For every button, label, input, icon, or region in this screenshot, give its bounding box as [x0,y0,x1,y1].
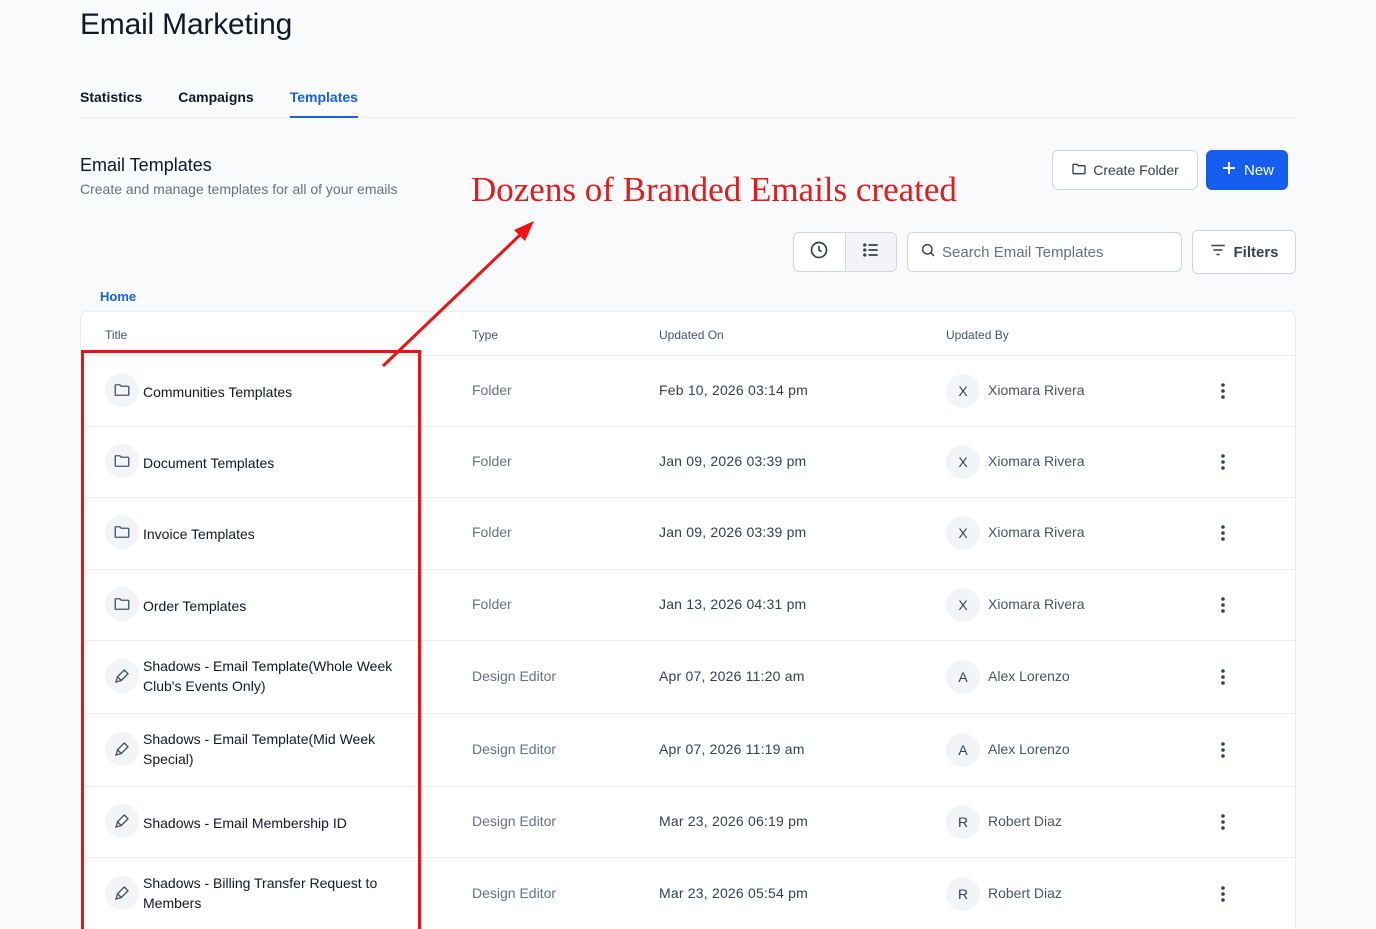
avatar: X [946,444,980,479]
row-updated-by: Robert Diaz [988,812,1062,829]
avatar: A [946,732,980,767]
recent-view-button[interactable] [794,233,845,271]
folder-icon [105,372,139,407]
row-title[interactable]: Shadows - Billing Transfer Request to Me… [143,873,418,913]
header-updated-by[interactable]: Updated By [946,328,1009,342]
row-updated-by: Robert Diaz [988,884,1062,901]
row-title[interactable]: Shadows - Email Membership ID [143,813,418,833]
table-row[interactable]: Shadows - Email Membership ID Design Edit… [81,787,1295,858]
table-row[interactable]: Shadows - Email Template(Mid Week Specia… [81,714,1295,787]
page-title: Email Marketing [80,8,293,41]
row-updated-on: Jan 13, 2026 04:31 pm [659,595,807,612]
row-title[interactable]: Communities Templates [143,382,418,402]
brush-icon [105,731,139,766]
row-updated-on: Jan 09, 2026 03:39 pm [659,452,807,469]
more-options-icon[interactable] [1213,738,1233,762]
row-updated-by: Xiomara Rivera [988,381,1085,398]
section-subtitle: Create and manage templates for all of y… [80,181,398,197]
create-folder-button[interactable]: Create Folder [1052,150,1198,190]
list-icon [861,240,881,265]
table-row[interactable]: Order Templates Folder Jan 13, 2026 04:31 … [81,570,1295,641]
more-options-icon[interactable] [1213,810,1233,834]
row-title[interactable]: Shadows - Email Template(Whole Week Club… [143,656,418,696]
avatar: X [946,516,980,550]
table-row[interactable]: Shadows - Billing Transfer Request to Me… [81,858,1295,929]
table-row[interactable]: Invoice Templates Folder Jan 09, 2026 03:3… [81,498,1295,570]
view-toggle [793,232,897,272]
search-icon [920,242,936,263]
row-updated-by: Alex Lorenzo [988,667,1070,684]
table-row[interactable]: Document Templates Folder Jan 09, 2026 03:… [81,427,1295,498]
row-updated-on: Feb 10, 2026 03:14 pm [659,381,808,398]
tab-campaigns[interactable]: Campaigns [178,78,253,118]
avatar: A [946,659,980,694]
row-type: Design Editor [472,884,557,901]
new-button[interactable]: New [1206,150,1288,190]
brush-icon [105,875,139,910]
row-type: Folder [472,595,512,612]
filters-label: Filters [1233,243,1279,261]
templates-table: Title Type Updated On Updated By Communi… [80,311,1296,929]
row-updated-by: Xiomara Rivera [988,524,1085,540]
avatar: X [946,587,980,622]
row-title[interactable]: Invoice Templates [143,524,418,544]
header-updated-on[interactable]: Updated On [659,328,724,342]
brush-icon [105,803,139,838]
filter-icon [1209,241,1227,263]
more-options-icon[interactable] [1213,521,1233,545]
row-title[interactable]: Shadows - Email Template(Mid Week Specia… [143,729,418,769]
tab-statistics[interactable]: Statistics [80,78,142,118]
row-type: Design Editor [472,740,557,757]
row-updated-by: Xiomara Rivera [988,452,1085,469]
folder-icon [1071,161,1087,180]
row-title[interactable]: Document Templates [143,453,418,473]
table-header: Title Type Updated On Updated By [81,312,1295,356]
avatar: R [946,876,980,911]
tab-bar: Statistics Campaigns Templates [80,78,1296,118]
avatar: X [946,373,980,408]
folder-icon [105,586,139,621]
row-updated-by: Alex Lorenzo [988,740,1070,757]
table-body: Communities Templates Folder Feb 10, 2026 … [81,356,1295,929]
search-box [907,232,1182,272]
breadcrumb-home[interactable]: Home [100,289,136,304]
folder-icon [105,443,139,478]
more-options-icon[interactable] [1213,882,1233,906]
table-row[interactable]: Communities Templates Folder Feb 10, 2026 … [81,356,1295,427]
list-view-button[interactable] [844,233,896,271]
row-updated-on: Mar 23, 2026 06:19 pm [659,812,808,829]
row-updated-on: Apr 07, 2026 11:20 am [659,667,805,684]
plus-icon [1220,159,1238,181]
new-label: New [1243,161,1274,179]
header-title[interactable]: Title [105,328,127,342]
header-type[interactable]: Type [472,328,498,342]
clock-icon [809,240,829,265]
table-row[interactable]: Shadows - Email Template(Whole Week Club… [81,641,1295,714]
row-type: Design Editor [472,812,557,829]
more-options-icon[interactable] [1213,593,1233,617]
brush-icon [105,658,139,693]
avatar: R [946,804,980,839]
row-updated-on: Mar 23, 2026 05:54 pm [659,884,808,901]
section-title: Email Templates [80,155,212,175]
more-options-icon[interactable] [1213,665,1233,689]
filters-button[interactable]: Filters [1192,230,1296,274]
annotation-text: Dozens of Branded Emails created [471,170,957,209]
folder-icon [105,515,139,549]
more-options-icon[interactable] [1213,379,1233,403]
create-folder-label: Create Folder [1093,162,1179,178]
more-options-icon[interactable] [1213,450,1233,474]
row-type: Folder [472,381,512,398]
search-input[interactable] [942,243,1172,261]
tab-templates[interactable]: Templates [289,78,358,118]
row-type: Folder [472,524,512,540]
row-title[interactable]: Order Templates [143,596,418,616]
row-updated-on: Apr 07, 2026 11:19 am [659,740,805,757]
row-updated-by: Xiomara Rivera [988,595,1085,612]
row-type: Design Editor [472,667,557,684]
row-updated-on: Jan 09, 2026 03:39 pm [659,524,807,540]
row-type: Folder [472,452,512,469]
